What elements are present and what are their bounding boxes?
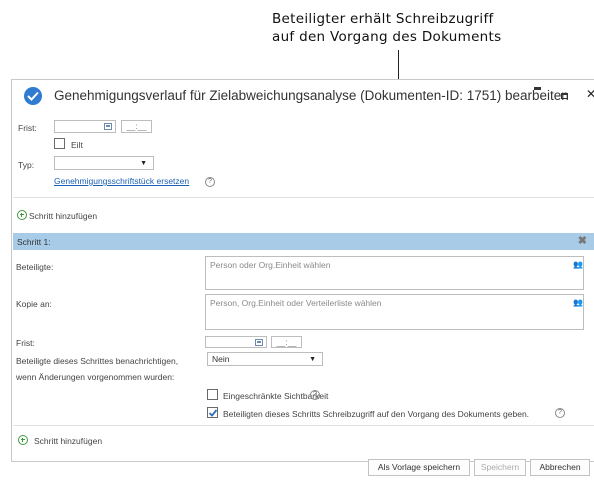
replace-document-link[interactable]: Genehmigungsschriftstück ersetzen <box>54 176 189 186</box>
participants-label: Beteiligte: <box>16 262 54 272</box>
notify-label-1: Beteiligte dieses Schrittes benachrichti… <box>16 356 179 366</box>
cancel-button[interactable]: Abbrechen <box>530 459 590 476</box>
notify-select-value: Nein <box>212 354 230 364</box>
calendar-icon[interactable] <box>255 339 263 346</box>
callout-text: Beteiligter erhält Schreibzugriff auf de… <box>272 10 572 46</box>
frist-time-input[interactable]: __:__ <box>121 120 152 133</box>
add-step-button-top[interactable]: Schritt hinzufügen <box>29 211 97 221</box>
divider <box>13 425 594 426</box>
checkmark-circle-icon <box>24 87 42 105</box>
divider <box>13 197 594 198</box>
eilt-checkbox[interactable] <box>54 138 65 149</box>
callout-line-2: auf den Vorgang des Dokuments <box>272 29 502 45</box>
copy-to-placeholder: Person, Org.Einheit oder Verteilerliste … <box>210 298 382 308</box>
add-step-button-bottom[interactable]: Schritt hinzufügen <box>34 436 102 446</box>
chevron-down-icon: ▼ <box>140 160 147 167</box>
notify-select[interactable]: Nein ▼ <box>207 352 323 366</box>
step-frist-time-input[interactable]: __:__ <box>271 336 302 348</box>
restricted-visibility-checkbox[interactable] <box>207 389 218 400</box>
save-button[interactable]: Speichern <box>474 459 526 476</box>
maximize-icon[interactable] <box>561 93 568 99</box>
typ-label: Typ: <box>18 160 35 170</box>
add-circle-icon[interactable] <box>18 435 28 445</box>
step-frist-date-input[interactable] <box>205 336 267 348</box>
callout-line-1: Beteiligter erhält Schreibzugriff <box>272 11 494 27</box>
checkmark-icon <box>208 409 218 417</box>
typ-select[interactable]: ▼ <box>54 156 154 170</box>
copy-to-input[interactable]: Person, Org.Einheit oder Verteilerliste … <box>205 294 584 330</box>
minimize-icon[interactable] <box>534 87 541 90</box>
frist-label: Frist: <box>18 123 37 133</box>
calendar-icon[interactable] <box>104 123 112 130</box>
write-access-checkbox[interactable] <box>207 407 218 418</box>
participants-placeholder: Person oder Org.Einheit wählen <box>210 260 331 270</box>
eilt-label: Eilt <box>71 140 83 150</box>
close-icon[interactable]: ✕ <box>586 87 594 101</box>
participants-input[interactable]: Person oder Org.Einheit wählen <box>205 256 584 290</box>
help-icon[interactable]: ? <box>205 177 215 187</box>
help-icon[interactable]: ? <box>310 390 320 400</box>
remove-step-icon[interactable]: ✖ <box>578 234 587 247</box>
notify-label-2: wenn Änderungen vorgenommen wurden: <box>16 372 175 382</box>
dialog-title: Genehmigungsverlauf für Zielabweichungsa… <box>54 88 569 103</box>
people-picker-icon[interactable]: 👥 <box>573 298 583 307</box>
frist-date-input[interactable] <box>54 120 116 133</box>
copy-to-label: Kopie an: <box>16 299 52 309</box>
help-icon[interactable]: ? <box>555 408 565 418</box>
save-as-template-button[interactable]: Als Vorlage speichern <box>368 459 470 476</box>
step-frist-label: Frist: <box>16 338 35 348</box>
chevron-down-icon: ▼ <box>309 356 316 363</box>
add-circle-icon[interactable] <box>17 210 27 220</box>
step-header: Schritt 1: ✖ <box>13 233 594 250</box>
step-title: Schritt 1: <box>17 237 51 247</box>
dialog-titlebar: Genehmigungsverlauf für Zielabweichungsa… <box>12 80 594 112</box>
write-access-label: Beteiligten dieses Schritts Schreibzugri… <box>223 409 530 419</box>
approval-dialog: Genehmigungsverlauf für Zielabweichungsa… <box>11 79 594 476</box>
people-picker-icon[interactable]: 👥 <box>573 260 583 269</box>
